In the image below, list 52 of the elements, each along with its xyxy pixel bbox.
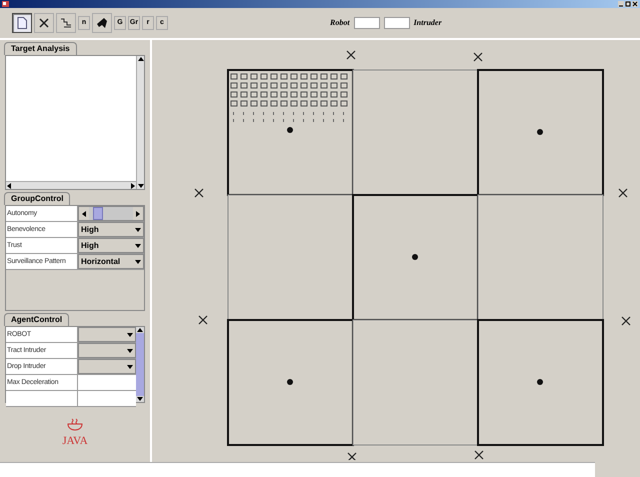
toolbar-button[interactable] — [34, 13, 54, 33]
left-arrow-icon — [81, 210, 87, 216]
x-marker — [347, 452, 357, 460]
x-marker — [198, 315, 208, 325]
cross-icon — [39, 18, 49, 28]
panel-tab[interactable]: AgentControl — [4, 313, 70, 326]
dropdown[interactable]: Horizontal — [78, 254, 144, 269]
right-arrow-icon — [135, 210, 141, 216]
up-arrow-icon — [137, 327, 143, 333]
dropdown[interactable]: High — [78, 238, 144, 253]
vertical-scrollbar[interactable] — [136, 56, 144, 189]
down-arrow-icon — [135, 242, 141, 248]
down-arrow-icon — [135, 226, 141, 232]
app-icon — [2, 1, 9, 7]
stairs-icon — [60, 17, 72, 29]
left-arrow-icon — [6, 182, 12, 188]
vertical-scrollbar[interactable] — [136, 327, 144, 402]
shape-icon — [96, 17, 108, 29]
x-marker — [194, 188, 204, 198]
right-arrow-icon — [130, 182, 136, 188]
toolbar-button[interactable] — [56, 13, 76, 33]
input-field[interactable] — [78, 391, 136, 406]
x-marker — [621, 316, 631, 326]
input-field[interactable] — [78, 375, 136, 390]
panel-tab[interactable]: GroupControl — [4, 192, 70, 205]
toolbar-button[interactable] — [12, 13, 32, 33]
toolbar-button[interactable] — [92, 13, 112, 33]
logo-text: JAVA — [62, 436, 88, 447]
minimize-icon[interactable] — [618, 1, 624, 7]
down-arrow-icon — [127, 332, 133, 338]
x-marker — [346, 50, 356, 60]
close-icon[interactable] — [632, 1, 638, 7]
up-arrow-icon — [138, 56, 144, 62]
x-marker — [618, 188, 628, 198]
robot-field[interactable] — [354, 17, 380, 29]
dropdown[interactable]: High — [78, 222, 144, 237]
down-arrow-icon — [127, 348, 133, 354]
down-arrow-icon — [137, 396, 143, 402]
slider-thumb[interactable] — [92, 207, 103, 220]
intruder-field[interactable] — [384, 17, 410, 29]
x-marker — [474, 450, 484, 460]
down-arrow-icon — [127, 364, 133, 370]
down-arrow-icon — [135, 258, 141, 264]
robot-label: Robot — [330, 17, 350, 29]
maximize-icon[interactable] — [625, 1, 631, 7]
document-icon — [17, 17, 27, 29]
x-marker — [473, 52, 483, 62]
down-arrow-icon — [138, 183, 144, 189]
horizontal-scrollbar[interactable] — [6, 181, 136, 189]
panel-tab[interactable]: Target Analysis — [4, 42, 77, 55]
autonomy-slider[interactable] — [78, 206, 144, 221]
intruder-label: Intruder — [414, 17, 442, 29]
